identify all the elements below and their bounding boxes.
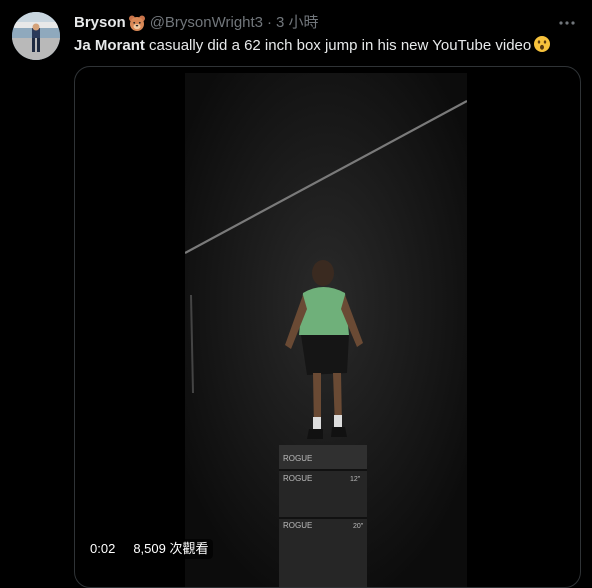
video-scene: ROGUE ROGUE 12" ROGUE 20" [185, 73, 467, 587]
tweet-text-bold: Ja Morant [74, 37, 145, 54]
box-height-label: 20" [353, 523, 364, 530]
author-name[interactable]: Bryson [74, 13, 126, 33]
box-label: ROGUE [283, 474, 312, 483]
box-height-label: 12" [350, 476, 361, 483]
separator-dot: · [267, 14, 273, 31]
video-player[interactable]: ROGUE ROGUE 12" ROGUE 20" 0:02 8,509 次觀看 [74, 66, 581, 588]
tweet-header: Bryson @BrysonWright3 · 3 小時 [74, 12, 578, 34]
astonished-face-icon [533, 35, 551, 53]
video-elapsed-time: 0:02 [85, 539, 121, 559]
box-label: ROGUE [283, 454, 312, 463]
tweet-text: Ja Morant casually did a 62 inch box jum… [74, 35, 578, 56]
avatar[interactable] [12, 12, 60, 60]
author-handle[interactable]: @BrysonWright3 [150, 13, 263, 33]
bear-face-icon [128, 14, 146, 32]
video-overlay: 0:02 8,509 次觀看 [85, 539, 214, 559]
timestamp[interactable]: 3 小時 [276, 13, 319, 33]
more-options-icon[interactable] [556, 12, 578, 34]
video-view-count: 8,509 次觀看 [128, 539, 214, 559]
video-frame[interactable]: ROGUE ROGUE 12" ROGUE 20" [185, 73, 467, 587]
box-label: ROGUE [283, 521, 312, 530]
avatar-image [12, 12, 60, 60]
tweet-text-body: casually did a 62 inch box jump in his n… [144, 37, 532, 54]
